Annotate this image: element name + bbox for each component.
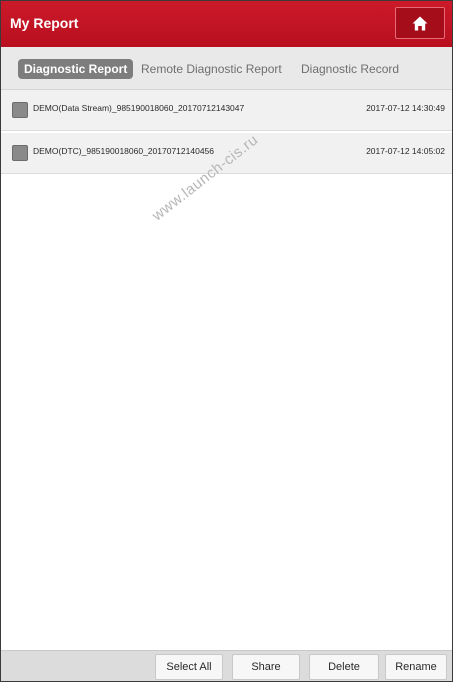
select-all-button[interactable]: Select All (155, 654, 223, 680)
report-name: DEMO(Data Stream)_985190018060_201707121… (33, 103, 245, 113)
tab-diagnostic-record[interactable]: Diagnostic Record (301, 59, 399, 79)
tab-diagnostic-report[interactable]: Diagnostic Report (18, 59, 134, 79)
report-checkbox[interactable] (12, 145, 28, 161)
title-bar: My Report (1, 1, 452, 47)
report-name: DEMO(DTC)_985190018060_20170712140456 (33, 146, 214, 156)
report-date: 2017-07-12 14:05:02 (366, 146, 445, 156)
report-date: 2017-07-12 14:30:49 (366, 103, 445, 113)
report-tabs: Diagnostic Report Remote Diagnostic Repo… (1, 47, 452, 90)
rename-button[interactable]: Rename (385, 654, 447, 680)
home-button[interactable] (395, 7, 445, 39)
home-icon (412, 16, 428, 30)
report-checkbox[interactable] (12, 102, 28, 118)
delete-button[interactable]: Delete (309, 654, 379, 680)
app-window: My Report Diagnostic Report Remote Diagn… (0, 0, 453, 682)
share-button[interactable]: Share (232, 654, 300, 680)
page-title: My Report (10, 15, 79, 31)
tab-remote-diagnostic-report[interactable]: Remote Diagnostic Report (141, 59, 282, 79)
report-row[interactable]: DEMO(Data Stream)_985190018060_201707121… (1, 90, 452, 131)
bottom-toolbar: Select All Share Delete Rename (1, 650, 452, 681)
